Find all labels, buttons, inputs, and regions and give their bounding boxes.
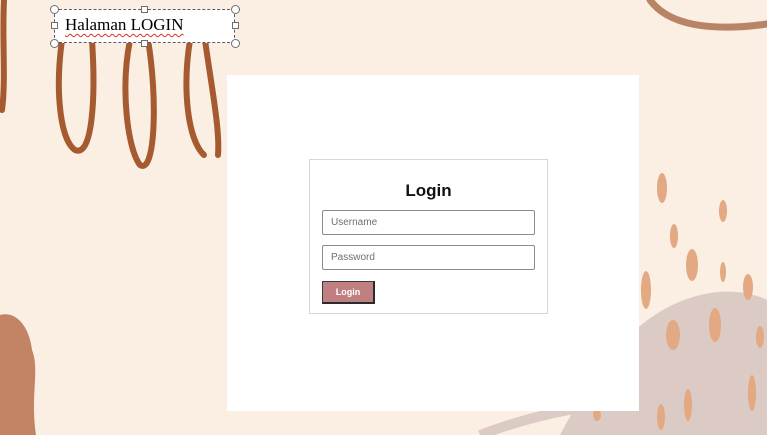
login-title: Login: [405, 181, 452, 200]
resize-handle-top-left[interactable]: [50, 5, 59, 14]
resize-handle-left[interactable]: [51, 22, 58, 29]
resize-handle-bottom[interactable]: [141, 40, 148, 47]
resize-handle-top-right[interactable]: [231, 5, 240, 14]
title-text-content: Halaman LOGIN: [65, 15, 184, 34]
login-form: Login Login: [309, 159, 548, 314]
password-input[interactable]: [322, 245, 535, 270]
resize-handle-bottom-right[interactable]: [231, 39, 240, 48]
top-right-arc-decoration: [646, 0, 767, 31]
title-text[interactable]: Halaman LOGIN: [65, 15, 184, 35]
username-input[interactable]: [322, 210, 535, 235]
resize-handle-bottom-left[interactable]: [50, 39, 59, 48]
resize-handle-top[interactable]: [141, 6, 148, 13]
title-text-box[interactable]: Halaman LOGIN: [54, 9, 235, 43]
content-panel: Login Login: [227, 75, 639, 411]
resize-handle-right[interactable]: [232, 22, 239, 29]
left-blob-decoration: [0, 314, 36, 435]
login-button[interactable]: Login: [322, 281, 375, 304]
